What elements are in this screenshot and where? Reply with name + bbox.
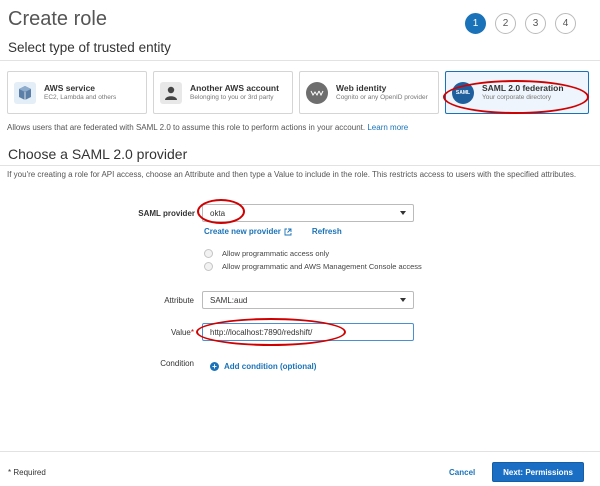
entity-type-cards: AWS service EC2, Lambda and others Anoth…	[7, 71, 595, 114]
card-title: Web identity	[336, 83, 387, 94]
footer-divider	[0, 451, 600, 452]
attribute-label: Attribute	[164, 296, 194, 305]
step-3[interactable]: 3	[525, 13, 546, 34]
radio-button[interactable]	[204, 262, 213, 271]
card-title: AWS service	[44, 83, 96, 94]
step-2[interactable]: 2	[495, 13, 516, 34]
add-condition-button[interactable]: + Add condition (optional)	[210, 362, 316, 371]
value-input-text: http://localhost:7890/redshift/	[210, 327, 313, 337]
access-option-label: Allow programmatic and AWS Management Co…	[222, 262, 422, 271]
value-label-text: Value	[171, 328, 191, 337]
saml-icon: SAML	[452, 81, 474, 104]
access-option-label: Allow programmatic access only	[222, 249, 330, 258]
add-condition-label: Add condition (optional)	[224, 362, 317, 371]
card-another-aws-account[interactable]: Another AWS account Belonging to you or …	[153, 71, 293, 114]
create-provider-link[interactable]: Create new provider	[204, 227, 281, 236]
step-4[interactable]: 4	[555, 13, 576, 34]
saml-heading: Choose a SAML 2.0 provider	[8, 146, 188, 162]
card-subtitle: Cognito or any OpenID provider	[336, 94, 428, 102]
card-aws-service[interactable]: AWS service EC2, Lambda and others	[7, 71, 147, 114]
required-asterisk: *	[190, 328, 194, 337]
saml-description: If you're creating a role for API access…	[7, 170, 577, 179]
divider	[0, 60, 600, 61]
provider-actions: Create new provider Refresh	[204, 227, 342, 236]
cube-icon	[14, 81, 36, 104]
saml-provider-select[interactable]: okta	[202, 204, 414, 222]
plus-circle-icon: +	[210, 362, 219, 371]
cancel-button[interactable]: Cancel	[449, 468, 475, 477]
access-option-programmatic[interactable]: Allow programmatic access only	[204, 249, 329, 258]
person-icon	[160, 81, 182, 104]
refresh-link[interactable]: Refresh	[312, 227, 342, 236]
saml-provider-value: okta	[210, 208, 226, 218]
card-subtitle: Belonging to you or 3rd party	[190, 94, 274, 102]
access-option-console[interactable]: Allow programmatic and AWS Management Co…	[204, 262, 422, 271]
divider	[0, 165, 600, 166]
www-icon	[306, 81, 328, 104]
required-note: * Required	[8, 468, 46, 477]
attribute-value: SAML:aud	[210, 295, 248, 305]
entity-description-text: Allows users that are federated with SAM…	[7, 123, 366, 132]
radio-button[interactable]	[204, 249, 213, 258]
chevron-down-icon	[400, 211, 406, 215]
card-subtitle: EC2, Lambda and others	[44, 94, 117, 102]
condition-label: Condition	[160, 359, 194, 368]
chevron-down-icon	[400, 298, 406, 302]
card-web-identity[interactable]: Web identity Cognito or any OpenID provi…	[299, 71, 439, 114]
value-input[interactable]: http://localhost:7890/redshift/	[202, 323, 414, 341]
trusted-entity-heading: Select type of trusted entity	[8, 40, 171, 55]
card-subtitle: Your corporate directory	[482, 94, 552, 102]
learn-more-link[interactable]: Learn more	[367, 123, 408, 132]
attribute-select[interactable]: SAML:aud	[202, 291, 414, 309]
card-saml-federation[interactable]: SAML SAML 2.0 federation Your corporate …	[445, 71, 589, 114]
next-permissions-button[interactable]: Next: Permissions	[492, 462, 584, 482]
external-link-icon	[284, 228, 292, 235]
card-title: Another AWS account	[190, 83, 279, 94]
step-1[interactable]: 1	[465, 13, 486, 34]
saml-provider-label: SAML provider	[138, 209, 195, 218]
step-indicator: 1 2 3 4	[465, 13, 585, 34]
card-title: SAML 2.0 federation	[482, 83, 564, 94]
page-title: Create role	[8, 8, 107, 30]
entity-description: Allows users that are federated with SAM…	[7, 123, 408, 132]
value-label: Value*	[114, 328, 194, 337]
